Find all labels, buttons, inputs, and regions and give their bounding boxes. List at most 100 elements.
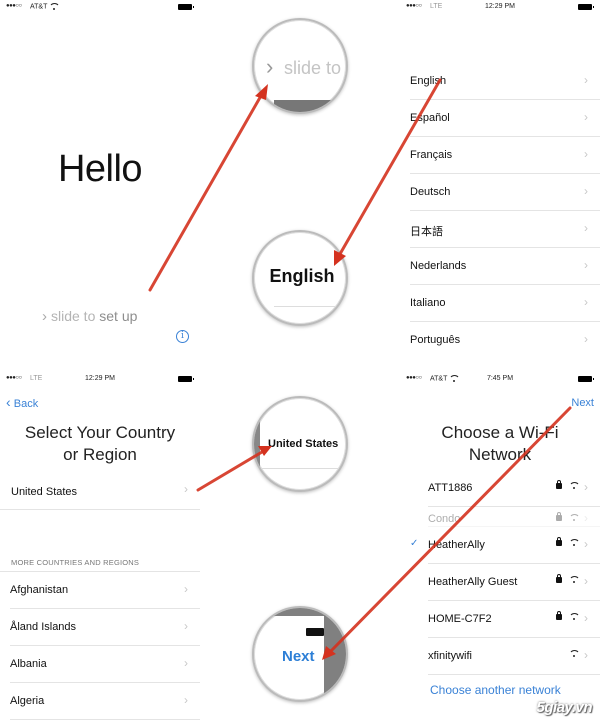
network-name: HOME-C7F2 xyxy=(428,613,492,625)
chevron-right-icon: › xyxy=(184,582,188,596)
chevron-right-icon: › xyxy=(42,308,47,325)
clock: 12:29 PM xyxy=(85,375,115,382)
title-line-1: Select Your Country xyxy=(24,423,176,442)
language-screen: ●●●○○ LTE 12:29 PM English › Español › Fra… xyxy=(400,0,600,360)
chevron-right-icon: › xyxy=(584,332,588,346)
back-button[interactable]: ‹ Back xyxy=(6,394,38,410)
hello-screen: ●●●○○ AT&T Hello › slide to set up i xyxy=(0,0,200,360)
network-item[interactable]: xfinitywifi › xyxy=(428,638,600,675)
divider xyxy=(274,306,346,307)
network-name: HeatherAlly Guest xyxy=(428,576,518,588)
country-item[interactable]: Afghanistan › xyxy=(10,572,200,609)
language-label: 日本語 xyxy=(410,226,443,238)
checkmark-icon: ✓ xyxy=(410,538,419,549)
language-label: Français xyxy=(410,149,453,161)
magnifier-text: Next xyxy=(282,648,315,665)
divider xyxy=(254,468,346,469)
chevron-right-icon: › xyxy=(584,147,588,161)
language-label: Nederlands xyxy=(410,260,467,272)
language-label: Português xyxy=(410,334,461,346)
network-item[interactable]: HOME-C7F2 › xyxy=(428,601,600,638)
magnifier-shade xyxy=(324,608,346,700)
magnifier-text: English xyxy=(269,266,335,286)
chevron-right-icon: › xyxy=(184,656,188,670)
language-list: English › Español › Français › Deutsch › 日本語… xyxy=(400,63,600,359)
language-item[interactable]: Nederlands › xyxy=(410,248,600,285)
chevron-right-icon: › xyxy=(266,54,274,79)
language-item[interactable]: Italiano › xyxy=(410,285,600,322)
chevron-right-icon: › xyxy=(584,73,588,87)
page-title: Select Your Country or Region xyxy=(0,422,200,466)
country-label: Åland Islands xyxy=(10,621,77,633)
chevron-right-icon: › xyxy=(584,537,588,551)
choose-another-network-link[interactable]: Choose another network xyxy=(430,683,561,697)
country-item[interactable]: Algeria › xyxy=(10,683,200,720)
network-item[interactable]: Condo › xyxy=(428,507,600,527)
language-label: English xyxy=(410,75,447,87)
magnifier-shade xyxy=(254,398,260,490)
signal-strength-icon: ●●●○○ xyxy=(6,3,22,9)
lock-icon xyxy=(556,480,562,489)
language-item[interactable]: Deutsch › xyxy=(410,174,600,211)
slide-to-set-up[interactable]: › slide to set up xyxy=(42,308,137,325)
language-item[interactable]: English › xyxy=(410,63,600,100)
magnifier-shade xyxy=(274,100,346,112)
wifi-signal-icon xyxy=(569,539,580,546)
magnifier-text: United States xyxy=(268,438,339,450)
carrier-label: AT&T xyxy=(30,3,61,10)
country-label: Albania xyxy=(10,658,47,670)
chevron-right-icon: › xyxy=(184,482,188,496)
chevron-left-icon: ‹ xyxy=(6,394,11,410)
lock-icon xyxy=(556,574,562,583)
network-item-selected[interactable]: ✓ HeatherAlly › xyxy=(410,527,600,564)
language-item[interactable]: Français › xyxy=(410,137,600,174)
status-bar: ●●●○○ LTE 12:29 PM xyxy=(0,372,200,386)
chevron-right-icon: › xyxy=(584,295,588,309)
country-item[interactable]: Åland Islands › xyxy=(10,609,200,646)
network-item[interactable]: HeatherAlly Guest › xyxy=(428,564,600,601)
title-line-2: or Region xyxy=(63,445,137,464)
wifi-signal-icon xyxy=(569,482,580,489)
magnifier-english: English xyxy=(252,230,348,326)
language-item[interactable]: Español › xyxy=(410,100,600,137)
wifi-signal-icon xyxy=(569,613,580,620)
wifi-signal-icon xyxy=(569,514,580,521)
country-item[interactable]: Albania › xyxy=(10,646,200,683)
chevron-right-icon: › xyxy=(184,693,188,707)
network-name: xfinitywifi xyxy=(428,650,473,662)
battery-icon xyxy=(178,376,194,382)
magnifier-next: Next xyxy=(252,606,348,702)
next-button[interactable]: Next xyxy=(571,397,594,409)
lock-icon xyxy=(556,512,562,521)
wifi-signal-icon xyxy=(569,576,580,583)
magnifier-slide: › slide to xyxy=(252,18,348,114)
network-name: Condo xyxy=(428,513,461,525)
info-icon[interactable]: i xyxy=(176,330,189,343)
language-item[interactable]: Português › xyxy=(410,322,600,359)
back-label: Back xyxy=(13,398,39,410)
country-item-selected[interactable]: United States › xyxy=(0,472,200,510)
battery-icon xyxy=(578,4,594,10)
status-bar: ●●●○○ AT&T xyxy=(0,0,200,14)
status-bar: ●●●○○ LTE 12:29 PM xyxy=(400,0,600,14)
network-item[interactable]: ATT1886 › xyxy=(428,470,600,507)
slide-suffix: set up xyxy=(99,308,138,324)
chevron-right-icon: › xyxy=(584,511,588,525)
wifi-screen: ●●●○○ AT&T 7:45 PM Next Choose a Wi-Fi N… xyxy=(400,372,600,720)
network-name: HeatherAlly xyxy=(428,539,485,551)
clock: 12:29 PM xyxy=(485,3,515,10)
network-list: ATT1886 › Condo › ✓ HeatherAlly › HeatherAll… xyxy=(400,470,600,675)
battery-icon xyxy=(578,376,594,382)
chevron-right-icon: › xyxy=(584,184,588,198)
language-item[interactable]: 日本語 › xyxy=(410,211,600,248)
chevron-right-icon: › xyxy=(584,480,588,494)
country-screen: ●●●○○ LTE 12:29 PM ‹ Back Select Your Co… xyxy=(0,372,200,720)
country-label: United States xyxy=(11,486,78,498)
country-label: Afghanistan xyxy=(10,584,69,596)
wifi-icon xyxy=(49,3,61,10)
chevron-right-icon: › xyxy=(584,258,588,272)
watermark: 5giay.vn xyxy=(536,699,593,716)
language-label: Italiano xyxy=(410,297,446,309)
chevron-right-icon: › xyxy=(584,110,588,124)
hello-greeting: Hello xyxy=(57,148,143,190)
